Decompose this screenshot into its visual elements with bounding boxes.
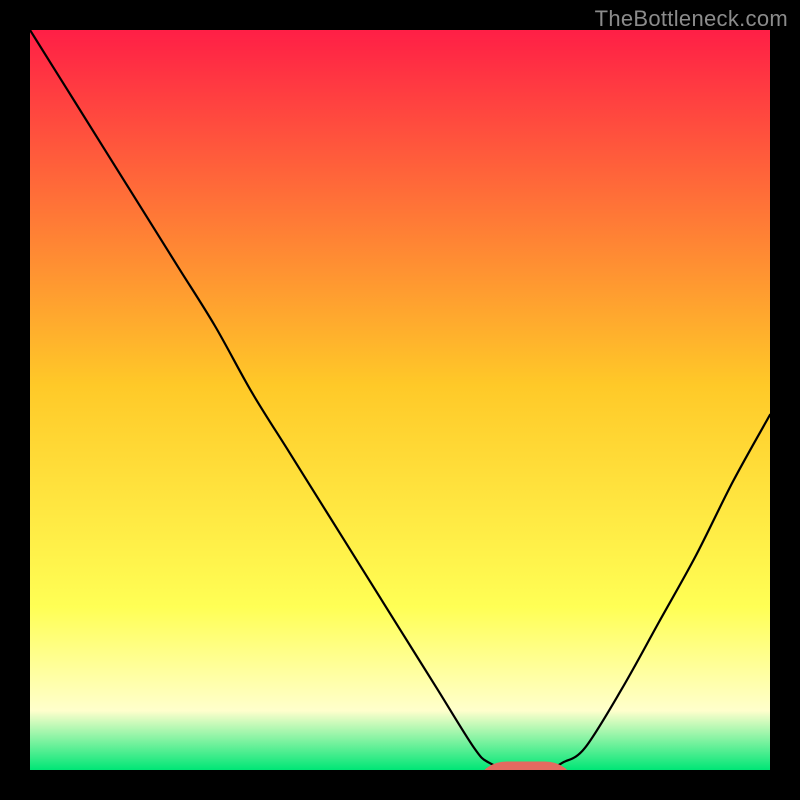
bottleneck-chart bbox=[30, 30, 770, 770]
watermark-text: TheBottleneck.com bbox=[595, 6, 788, 32]
plot-area bbox=[30, 30, 770, 770]
chart-canvas: TheBottleneck.com bbox=[0, 0, 800, 800]
gradient-background bbox=[30, 30, 770, 770]
optimal-zone-marker bbox=[489, 766, 563, 770]
